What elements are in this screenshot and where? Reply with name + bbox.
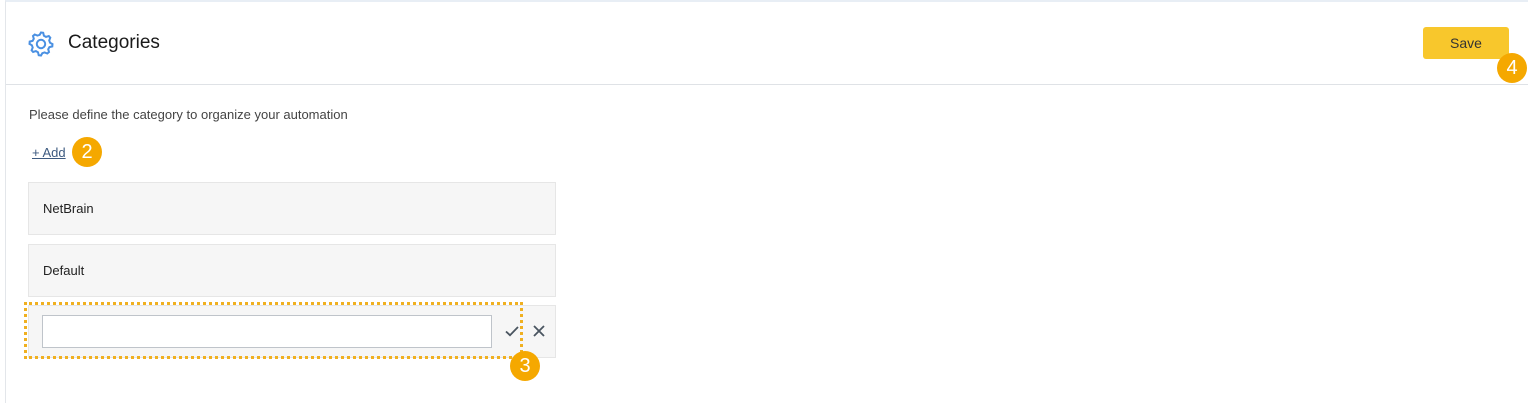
check-icon[interactable] — [503, 322, 521, 340]
category-item[interactable]: NetBrain — [28, 182, 556, 235]
page-header — [6, 2, 1528, 85]
page-title: Categories — [68, 32, 160, 53]
category-label: NetBrain — [43, 201, 94, 216]
category-label: Default — [43, 263, 85, 278]
gear-icon — [28, 31, 54, 57]
callout-badge-save: 4 — [1497, 53, 1527, 83]
new-category-input[interactable] — [42, 315, 492, 348]
add-category-link[interactable]: + Add — [32, 145, 66, 161]
new-category-row — [28, 305, 556, 358]
save-button[interactable]: Save — [1423, 27, 1509, 59]
close-icon[interactable] — [530, 322, 548, 340]
callout-badge-add: 2 — [72, 137, 102, 167]
page-description: Please define the category to organize y… — [29, 107, 348, 122]
callout-badge-new-row: 3 — [510, 351, 540, 381]
category-item[interactable]: Default — [28, 244, 556, 297]
